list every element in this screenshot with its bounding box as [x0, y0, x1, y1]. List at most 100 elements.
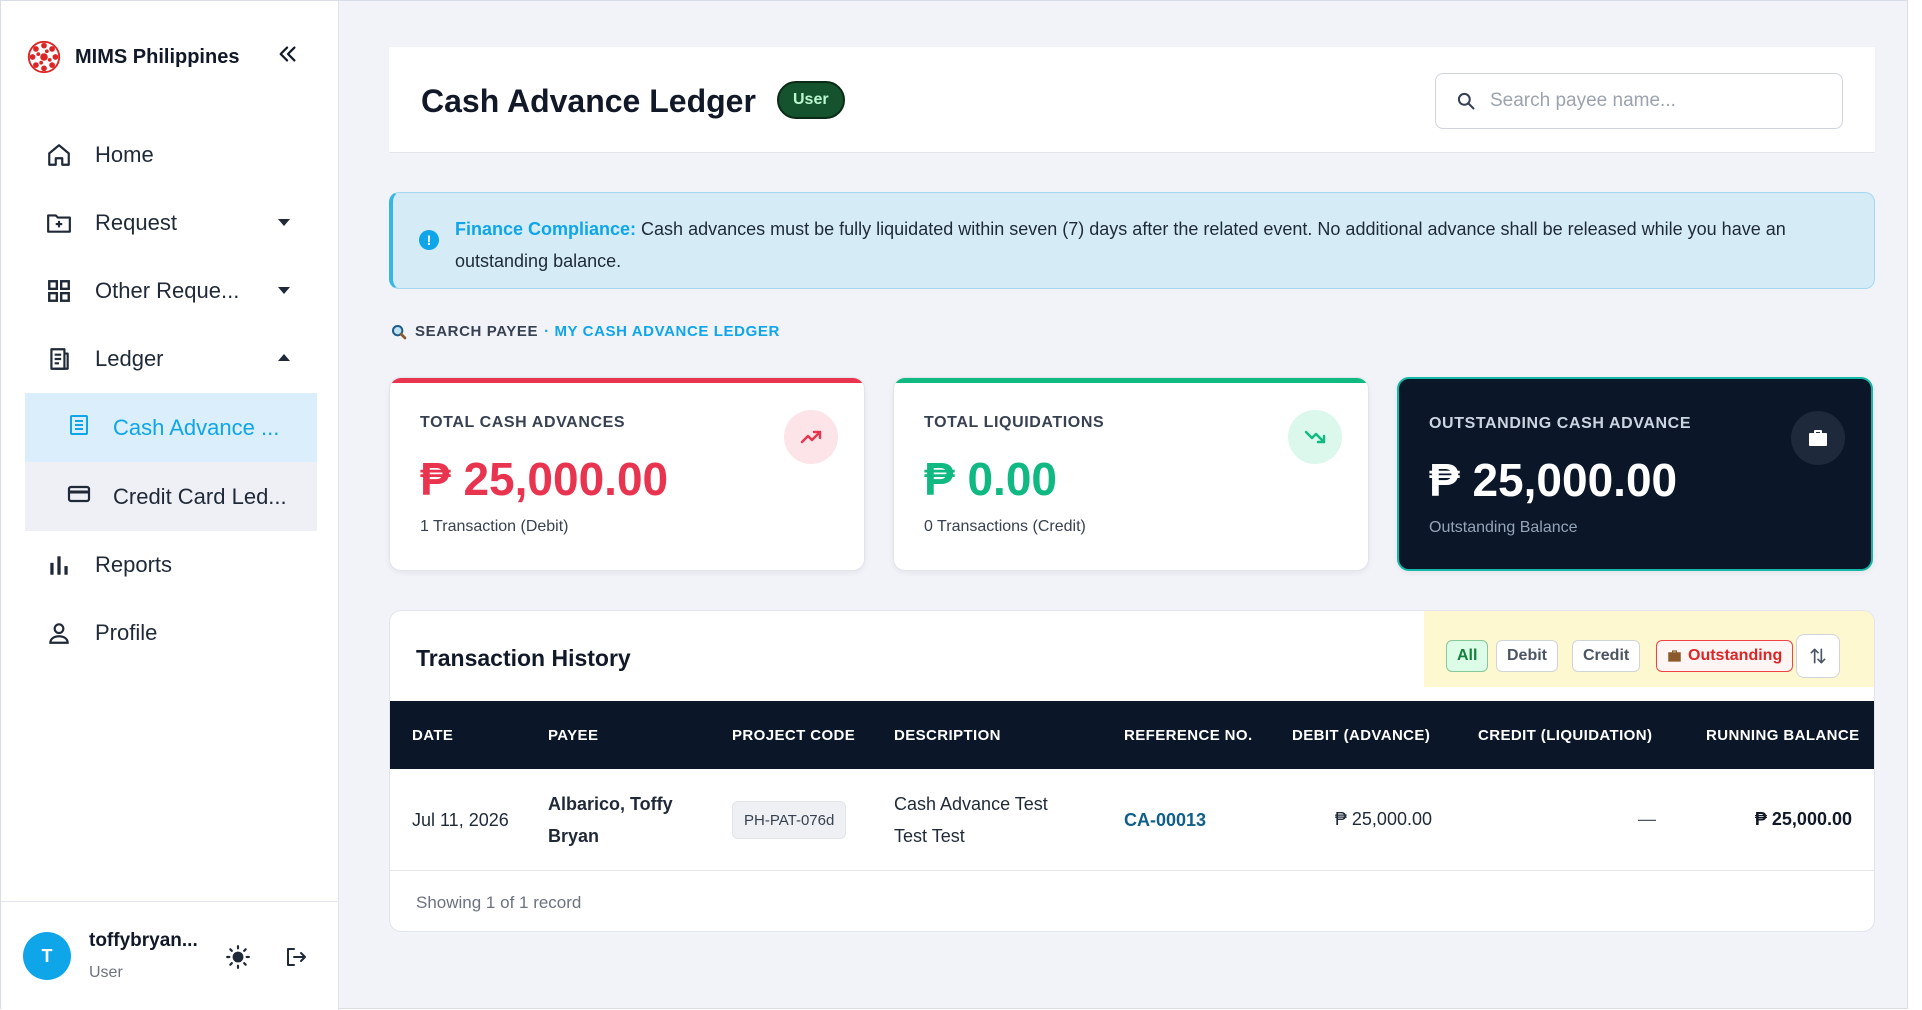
- description-line: Cash Advance Test: [894, 794, 1048, 814]
- card-total-cash-advances: TOTAL CASH ADVANCES ₱ 25,000.00 1 Transa…: [389, 377, 865, 571]
- sidebar-item-label: Request: [95, 210, 177, 235]
- card-amount: ₱ 25,000.00: [1429, 454, 1678, 506]
- sidebar-subitem-credit-card[interactable]: Credit Card Led...: [25, 462, 317, 531]
- logout-button[interactable]: [281, 942, 311, 972]
- filter-credit-button[interactable]: Credit: [1572, 640, 1641, 672]
- column-header-description[interactable]: DESCRIPTION: [894, 701, 1001, 769]
- cell-running-balance: ₱ 25,000.00: [1754, 809, 1852, 829]
- sort-arrows-icon: [1810, 648, 1826, 664]
- card-amount: ₱ 25,000.00: [420, 453, 669, 505]
- card-total-liquidations: TOTAL LIQUIDATIONS ₱ 0.00 0 Transactions…: [893, 377, 1369, 571]
- trending-down-icon: [1288, 410, 1342, 464]
- section-label-primary: SEARCH PAYEE: [415, 323, 539, 340]
- column-header-running-balance[interactable]: RUNNING BALANCE: [1706, 701, 1860, 769]
- alert-label: Finance Compliance:: [455, 219, 637, 239]
- table-row[interactable]: Jul 11, 2026 Albarico, Toffy Bryan PH-PA…: [390, 769, 1874, 871]
- sidebar: MIMS Philippines Home Request Other Requ…: [1, 1, 339, 1010]
- sidebar-item-reports[interactable]: Reports: [25, 531, 317, 599]
- app-frame: MIMS Philippines Home Request Other Requ…: [0, 0, 1908, 1010]
- sidebar-item-label: Reports: [95, 552, 173, 577]
- card-title: TOTAL LIQUIDATIONS: [924, 414, 1105, 431]
- sidebar-item-label: Profile: [95, 620, 158, 645]
- card-accent-bar: [390, 378, 864, 383]
- card-title: TOTAL CASH ADVANCES: [420, 414, 626, 431]
- caret-down-icon: [278, 219, 290, 226]
- filter-outstanding-button[interactable]: Outstanding: [1656, 640, 1794, 672]
- payee-line: Albarico, Toffy: [548, 794, 673, 814]
- trending-up-icon: [784, 410, 838, 464]
- compliance-alert: ! Finance Compliance: Cash advances must…: [389, 192, 1875, 289]
- ledger-icon: [45, 345, 73, 373]
- column-header-date[interactable]: DATE: [412, 701, 453, 769]
- column-header-credit[interactable]: CREDIT (LIQUIDATION): [1478, 701, 1652, 769]
- search-input[interactable]: [1490, 90, 1830, 112]
- card-subtitle: 0 Transactions (Credit): [924, 518, 1086, 535]
- section-label-secondary: · MY CASH ADVANCE LEDGER: [544, 323, 780, 340]
- document-icon: [67, 413, 91, 442]
- role-badge: User: [777, 81, 845, 119]
- table-footer: Showing 1 of 1 record: [416, 893, 582, 912]
- caret-down-icon: [278, 287, 290, 294]
- card-subtitle: 1 Transaction (Debit): [420, 518, 569, 535]
- card-title: OUTSTANDING CASH ADVANCE: [1429, 415, 1692, 432]
- transaction-history-title: Transaction History: [416, 645, 631, 671]
- cell-description: Cash Advance Test Test Test: [894, 788, 1048, 852]
- sort-button[interactable]: [1796, 634, 1840, 678]
- column-header-payee[interactable]: PAYEE: [548, 701, 598, 769]
- ledger-submenu: Cash Advance ... Credit Card Led...: [25, 393, 317, 531]
- sidebar-item-other-requests[interactable]: Other Reque...: [25, 257, 317, 325]
- payee-line: Bryan: [548, 826, 600, 846]
- table-header: DATE PAYEE PROJECT CODE DESCRIPTION REFE…: [390, 701, 1874, 769]
- sidebar-item-request[interactable]: Request: [25, 189, 317, 257]
- user-panel: T toffybryan... User: [1, 901, 338, 1010]
- sidebar-item-label: Cash Advance ...: [113, 414, 280, 440]
- double-chevron-left-icon: [279, 46, 296, 62]
- sidebar-nav: Home Request Other Reque... Ledger Cash …: [25, 121, 317, 667]
- column-header-project-code[interactable]: PROJECT CODE: [732, 701, 855, 769]
- alert-text: Finance Compliance: Cash advances must b…: [455, 213, 1835, 277]
- brand[interactable]: MIMS Philippines: [25, 37, 239, 77]
- logout-icon: [287, 948, 306, 966]
- user-name: toffybryan...: [89, 930, 198, 951]
- column-header-debit[interactable]: DEBIT (ADVANCE): [1292, 701, 1430, 769]
- briefcase-icon: [1668, 650, 1681, 662]
- brand-logo-icon: [27, 40, 61, 74]
- avatar[interactable]: T: [23, 932, 71, 980]
- sidebar-item-profile[interactable]: Profile: [25, 599, 317, 667]
- cell-credit: —: [1638, 809, 1656, 829]
- transaction-history-panel: Transaction History All Debit Credit Out…: [389, 610, 1875, 932]
- sidebar-item-label: Home: [95, 142, 154, 167]
- theme-toggle-button[interactable]: [223, 942, 253, 972]
- card-amount: ₱ 0.00: [924, 453, 1057, 505]
- sidebar-item-ledger[interactable]: Ledger: [25, 325, 317, 393]
- search-box[interactable]: [1435, 73, 1843, 129]
- user-role: User: [89, 964, 123, 981]
- reference-link[interactable]: CA-00013: [1124, 804, 1206, 836]
- search-icon: [1457, 92, 1475, 110]
- card-subtitle: Outstanding Balance: [1429, 519, 1578, 536]
- sidebar-item-label: Credit Card Led...: [113, 483, 287, 509]
- bar-chart-icon: [45, 551, 73, 579]
- section-label: SEARCH PAYEE · MY CASH ADVANCE LEDGER: [391, 323, 780, 340]
- page-title: Cash Advance Ledger: [421, 83, 756, 119]
- filter-all-button[interactable]: All: [1446, 640, 1489, 672]
- briefcase-icon: [1791, 411, 1845, 465]
- caret-up-icon: [278, 354, 290, 361]
- collapse-sidebar-button[interactable]: [273, 39, 303, 69]
- filter-outstanding-label: Outstanding: [1688, 647, 1783, 664]
- page-header: Cash Advance Ledger User: [389, 47, 1875, 153]
- credit-card-icon: [67, 482, 91, 511]
- filter-debit-button[interactable]: Debit: [1496, 640, 1558, 672]
- sidebar-item-label: Ledger: [95, 346, 164, 371]
- alert-body: Cash advances must be fully liquidated w…: [455, 219, 1786, 271]
- cell-date: Jul 11, 2026: [412, 810, 509, 830]
- card-outstanding-cash-advance: OUTSTANDING CASH ADVANCE ₱ 25,000.00 Out…: [1397, 377, 1873, 571]
- column-header-reference[interactable]: REFERENCE NO.: [1124, 701, 1253, 769]
- card-accent-bar: [894, 378, 1368, 383]
- cell-debit: ₱ 25,000.00: [1334, 809, 1432, 829]
- magnifier-icon: [392, 324, 407, 339]
- sidebar-item-home[interactable]: Home: [25, 121, 317, 189]
- brand-name: MIMS Philippines: [75, 45, 240, 68]
- cell-payee: Albarico, Toffy Bryan: [548, 788, 673, 852]
- sidebar-subitem-cash-advance[interactable]: Cash Advance ...: [25, 393, 317, 462]
